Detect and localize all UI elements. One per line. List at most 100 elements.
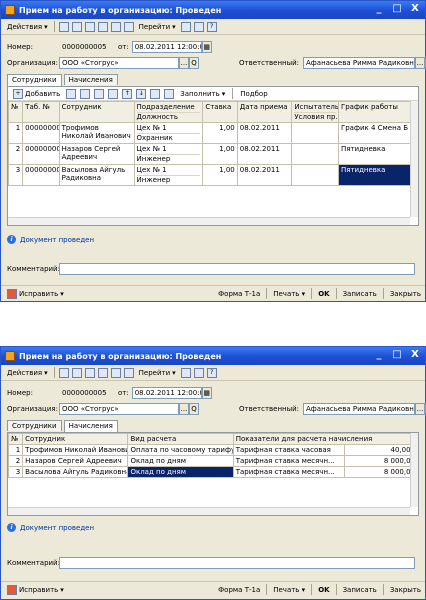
col-dept[interactable]: Подразделение Должность	[133, 101, 204, 123]
sort-asc-icon[interactable]	[150, 88, 161, 99]
table-row[interactable]: 2 Назаров Сергей Адреевич Оклад по дням …	[7, 455, 418, 467]
form-t1a-button[interactable]: Форма Т-1а	[218, 586, 260, 594]
actions-menu[interactable]: Действия ▾	[5, 23, 50, 31]
unpost-icon[interactable]	[110, 21, 121, 32]
number-field[interactable]: 0000000005	[59, 41, 115, 53]
cell-indicator[interactable]: Тарифная ставка месячн...	[232, 466, 346, 478]
col-date[interactable]: Дата приема	[236, 101, 293, 123]
add-button[interactable]: + Добавить	[11, 88, 62, 99]
cell-kind[interactable]: Оплата по часовому тарифу	[127, 444, 234, 456]
help-icon[interactable]: ?	[206, 367, 217, 378]
save-icon[interactable]	[58, 367, 69, 378]
tab-accruals[interactable]: Начисления	[63, 74, 118, 85]
table-row[interactable]: 3 Васылова Айгуль Радиковна Оклад по дня…	[7, 466, 418, 478]
col-tab[interactable]: Таб. №	[22, 101, 60, 123]
col-schedule[interactable]: График работы	[337, 101, 419, 123]
select-resp-button[interactable]: ...	[415, 403, 425, 415]
cell-kind[interactable]: Оклад по дням	[127, 455, 234, 467]
end-edit-icon[interactable]	[108, 88, 119, 99]
close-button[interactable]: X	[409, 349, 421, 360]
vertical-scrollbar[interactable]	[410, 433, 418, 507]
settings-icon[interactable]	[193, 367, 204, 378]
form-t1a-button[interactable]: Форма Т-1а	[218, 290, 260, 298]
cell-indicator[interactable]: Тарифная ставка месячн...	[232, 455, 346, 467]
cell-dept[interactable]: Цех № 1 Инженер	[133, 143, 204, 165]
cell-test[interactable]	[291, 122, 339, 144]
cell-schedule-selected[interactable]: Пятидневка	[337, 164, 419, 186]
cell-kind-selected[interactable]: Оклад по дням	[127, 466, 234, 478]
org-field[interactable]: ООО «Стогрус»	[59, 57, 179, 69]
horizontal-scrollbar[interactable]	[8, 507, 410, 515]
save-button[interactable]: Записать	[343, 586, 377, 594]
unpost-icon[interactable]	[110, 367, 121, 378]
select-org-button[interactable]: ...	[179, 403, 189, 415]
refresh-icon[interactable]	[71, 21, 82, 32]
cell-rate[interactable]: 1,00	[202, 122, 238, 144]
cell-value[interactable]: 8 000,00	[344, 466, 418, 478]
cell-dept[interactable]: Цех № 1 Охранник	[133, 122, 204, 144]
goto-menu[interactable]: Перейти ▾	[137, 369, 178, 377]
cell-employee[interactable]: Васылова Айгуль Радиковна	[58, 164, 135, 186]
print-menu[interactable]: Печать ▾	[273, 586, 305, 594]
col-kind[interactable]: Вид расчета	[127, 433, 234, 445]
ok-button[interactable]: OK	[318, 290, 329, 298]
print-menu[interactable]: Печать ▾	[273, 290, 305, 298]
search-icon[interactable]: Q	[189, 57, 199, 69]
actions-menu[interactable]: Действия ▾	[5, 369, 50, 377]
cell-date[interactable]: 08.02.2011	[236, 122, 293, 144]
structure-icon[interactable]	[123, 21, 134, 32]
maximize-button[interactable]: □	[391, 3, 403, 14]
save-icon[interactable]	[58, 21, 69, 32]
close-window-button[interactable]: Закрыть	[390, 586, 421, 594]
list-icon[interactable]	[180, 21, 191, 32]
cell-tab[interactable]: 00000000...	[22, 143, 60, 165]
number-field[interactable]: 0000000005	[59, 387, 115, 399]
table-row[interactable]: 2 00000000... Назаров Сергей Адреевич Це…	[7, 143, 419, 165]
copy-icon[interactable]	[84, 21, 95, 32]
cell-dept[interactable]: Цех № 1 Инженер	[133, 164, 204, 186]
vertical-scrollbar[interactable]	[410, 101, 418, 217]
cell-schedule[interactable]: Пятидневка	[337, 143, 419, 165]
table-row[interactable]: 1 Трофимов Николай Иванович Оплата по ча…	[7, 444, 418, 456]
cell-employee[interactable]: Назаров Сергей Адреевич	[58, 143, 135, 165]
horizontal-scrollbar[interactable]	[8, 217, 410, 225]
cell-rate[interactable]: 1,00	[202, 143, 238, 165]
goto-menu[interactable]: Перейти ▾	[137, 23, 178, 31]
close-button[interactable]: X	[409, 3, 421, 14]
cell-employee[interactable]: Васылова Айгуль Радиковна	[22, 466, 129, 478]
tab-accruals[interactable]: Начисления	[63, 420, 118, 432]
cell-date[interactable]: 08.02.2011	[236, 143, 293, 165]
table-row[interactable]: 3 00000000... Васылова Айгуль Радиковна …	[7, 164, 419, 186]
cell-tab[interactable]: 00000000...	[22, 122, 60, 144]
col-num[interactable]: №	[7, 101, 24, 123]
tab-employees[interactable]: Сотрудники	[7, 74, 62, 86]
select-org-button[interactable]: ...	[179, 57, 189, 69]
cell-num[interactable]: 2	[7, 455, 24, 467]
col-indicators[interactable]: Показатели для расчета начисления	[232, 433, 419, 445]
close-window-button[interactable]: Закрыть	[390, 290, 421, 298]
save-button[interactable]: Записать	[343, 290, 377, 298]
sort-desc-icon[interactable]	[164, 88, 175, 99]
maximize-button[interactable]: □	[391, 349, 403, 360]
edit-row-icon[interactable]	[80, 88, 91, 99]
cell-schedule[interactable]: График 4 Смена Б	[337, 122, 419, 144]
minimize-button[interactable]: _	[373, 349, 385, 360]
comment-field[interactable]	[59, 263, 415, 275]
tab-employees[interactable]: Сотрудники	[7, 420, 62, 431]
cell-employee[interactable]: Трофимов Николай Иванович	[58, 122, 135, 144]
calendar-icon[interactable]: ▦	[201, 387, 212, 399]
post-icon[interactable]	[97, 367, 108, 378]
calendar-icon[interactable]: ▦	[201, 41, 212, 53]
cell-num[interactable]: 1	[7, 444, 24, 456]
settings-icon[interactable]	[193, 21, 204, 32]
cell-date[interactable]: 08.02.2011	[236, 164, 293, 186]
delete-row-icon[interactable]	[94, 88, 105, 99]
col-test[interactable]: Испытатель...Условия пр...	[291, 101, 339, 123]
cell-employee[interactable]: Трофимов Николай Иванович	[22, 444, 129, 456]
refresh-icon[interactable]	[71, 367, 82, 378]
col-employee[interactable]: Сотрудник	[58, 101, 135, 123]
date-field[interactable]: 08.02.2011 12:00:00	[131, 41, 202, 53]
table-row[interactable]: 1 00000000... Трофимов Николай Иванович …	[7, 122, 419, 144]
cell-rate[interactable]: 1,00	[202, 164, 238, 186]
cell-test[interactable]	[291, 164, 339, 186]
